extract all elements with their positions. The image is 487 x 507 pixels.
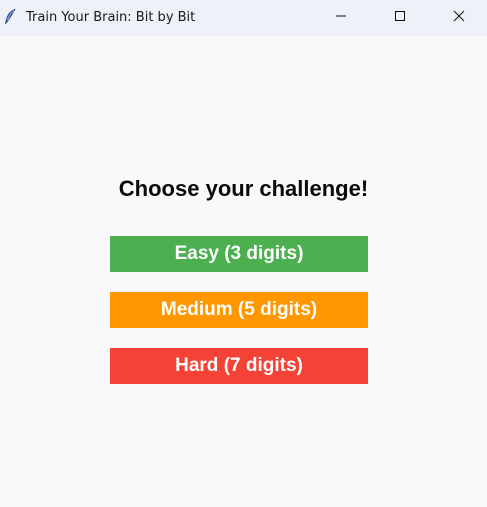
close-button[interactable]: [436, 0, 482, 36]
maximize-button[interactable]: [377, 0, 423, 36]
title-bar[interactable]: Train Your Brain: Bit by Bit: [0, 0, 487, 36]
hard-button[interactable]: Hard (7 digits): [110, 348, 368, 384]
medium-button[interactable]: Medium (5 digits): [110, 292, 368, 328]
close-icon: [453, 9, 465, 27]
page-title: Choose your challenge!: [118, 176, 369, 201]
window-title: Train Your Brain: Bit by Bit: [26, 10, 196, 25]
feather-icon: [3, 8, 17, 26]
maximize-icon: [394, 9, 406, 27]
main-content: Choose your challenge! Easy (3 digits) M…: [0, 36, 487, 507]
minimize-icon: [335, 9, 347, 27]
minimize-button[interactable]: [318, 0, 364, 36]
easy-button[interactable]: Easy (3 digits): [110, 236, 368, 272]
